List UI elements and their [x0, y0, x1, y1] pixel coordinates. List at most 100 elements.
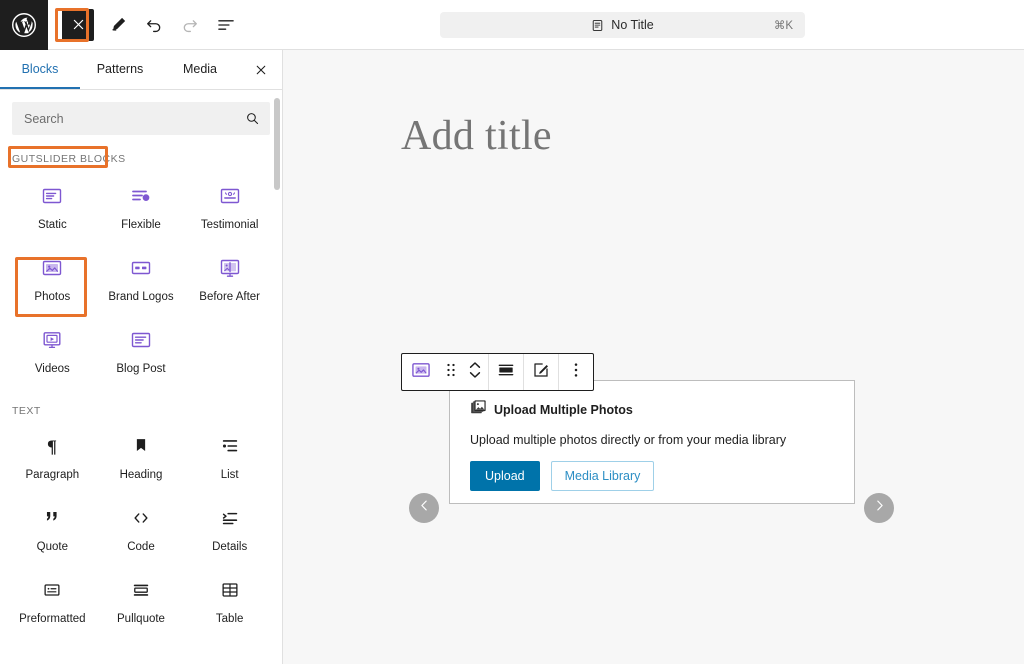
search-wrapper: [0, 90, 282, 135]
pilcrow-icon: ¶: [41, 433, 63, 459]
editor-body: Blocks Patterns Media Search GUTSLIDER B…: [0, 50, 1024, 664]
static-slide-icon: [40, 183, 64, 209]
block-type-button[interactable]: [402, 354, 440, 390]
brand-logos-icon: [129, 255, 153, 281]
block-item-table[interactable]: Table: [185, 567, 274, 639]
block-label: Brand Logos: [108, 291, 174, 303]
flexible-slide-icon: [129, 183, 153, 209]
block-label: Pullquote: [117, 613, 165, 625]
block-item-static[interactable]: Static: [8, 173, 97, 245]
tab-media-label: Media: [182, 61, 218, 76]
grid-filler: [185, 317, 274, 389]
editor-canvas: Add title Upload Multiple Photos Upload …: [283, 50, 1024, 664]
wordpress-logo-icon[interactable]: [0, 0, 48, 50]
drag-dots-icon: [444, 361, 458, 384]
block-label: Heading: [119, 469, 163, 481]
heading-marker-icon: [130, 433, 152, 459]
document-icon: [591, 19, 604, 32]
block-toolbar-group-main: [402, 354, 489, 390]
block-toolbar-group-edit: [524, 354, 559, 390]
block-item-quote[interactable]: Quote: [8, 495, 97, 567]
scrollbar-thumb[interactable]: [274, 98, 280, 190]
block-label: Testimonial: [200, 219, 259, 231]
inserter-scrollbar[interactable]: [274, 98, 280, 598]
tab-patterns-label: Patterns: [96, 61, 144, 76]
upload-button[interactable]: Upload: [470, 461, 540, 491]
preformatted-icon: [41, 577, 63, 603]
command-bar-label: No Title: [611, 18, 654, 32]
close-inserter-icon[interactable]: [240, 50, 282, 89]
block-toolbar-group-more: [559, 354, 593, 390]
edit-mode-button[interactable]: [100, 7, 136, 43]
tab-patterns[interactable]: Patterns: [80, 50, 160, 89]
block-label: Photos: [34, 291, 71, 303]
block-item-videos[interactable]: Videos: [8, 317, 97, 389]
close-editor-button[interactable]: [62, 8, 94, 41]
post-title-placeholder[interactable]: Add title: [401, 112, 552, 160]
command-bar[interactable]: No Title ⌘K: [440, 12, 805, 38]
chevron-right-icon: [873, 499, 886, 517]
before-after-icon: [218, 255, 242, 281]
block-label: Before After: [199, 291, 261, 303]
svg-text:¶: ¶: [47, 436, 57, 456]
block-item-code[interactable]: Code: [97, 495, 186, 567]
carousel-next-button[interactable]: [864, 493, 894, 523]
block-item-heading[interactable]: Heading: [97, 423, 186, 495]
block-label: Paragraph: [25, 469, 80, 481]
table-grid-icon: [219, 577, 241, 603]
redo-button[interactable]: [172, 7, 208, 43]
block-item-preformatted[interactable]: Preformatted: [8, 567, 97, 639]
bullet-list-icon: [219, 433, 241, 459]
gutslider-block-grid: Static Flexible Testimonial Photos Brand…: [0, 173, 282, 389]
align-button[interactable]: [489, 354, 523, 390]
block-label: Flexible: [121, 219, 161, 231]
search-box[interactable]: [12, 102, 270, 135]
block-item-list[interactable]: List: [185, 423, 274, 495]
up-down-chevrons-icon: [468, 359, 482, 386]
block-item-paragraph[interactable]: ¶ Paragraph: [8, 423, 97, 495]
quotation-mark-icon: [41, 505, 63, 531]
move-block-button[interactable]: [462, 354, 488, 390]
three-dots-vertical-icon: [567, 360, 585, 385]
block-item-flexible[interactable]: Flexible: [97, 173, 186, 245]
more-options-button[interactable]: [559, 354, 593, 390]
drag-handle[interactable]: [440, 354, 462, 390]
upload-photos-card: Upload Multiple Photos Upload multiple p…: [449, 380, 855, 504]
block-item-photos[interactable]: Photos: [8, 245, 97, 317]
angle-brackets-icon: [130, 505, 152, 531]
undo-button[interactable]: [136, 7, 172, 43]
details-disclosure-icon: [219, 505, 241, 531]
search-input[interactable]: [24, 111, 245, 126]
align-full-width-icon: [496, 360, 516, 385]
block-label: Static: [37, 219, 67, 231]
block-label: Preformatted: [19, 613, 86, 625]
section-title-gutslider: GUTSLIDER BLOCKS: [12, 153, 126, 165]
block-label: Videos: [34, 363, 70, 375]
inserter-tabs: Blocks Patterns Media: [0, 50, 282, 90]
block-item-pullquote[interactable]: Pullquote: [97, 567, 186, 639]
media-library-button[interactable]: Media Library: [550, 461, 655, 491]
photos-block-icon: [410, 359, 432, 386]
block-item-details[interactable]: Details: [185, 495, 274, 567]
editor-root: No Title ⌘K Blocks Patterns Media Search…: [0, 0, 1024, 664]
tab-blocks[interactable]: Blocks: [0, 50, 80, 89]
block-item-blog-post[interactable]: Blog Post: [97, 317, 186, 389]
editor-header: No Title ⌘K: [0, 0, 1024, 50]
block-label: Details: [212, 541, 248, 553]
tab-media[interactable]: Media: [160, 50, 240, 89]
block-item-before-after[interactable]: Before After: [185, 245, 274, 317]
header-tools: [48, 7, 244, 43]
block-item-brand-logos[interactable]: Brand Logos: [97, 245, 186, 317]
stacked-photos-icon: [470, 399, 487, 421]
block-item-testimonial[interactable]: Testimonial: [185, 173, 274, 245]
text-block-grid: ¶ Paragraph Heading List Quote Code Deta…: [0, 423, 282, 639]
edit-button[interactable]: [524, 354, 558, 390]
search-icon: [245, 111, 260, 126]
blog-post-icon: [129, 327, 153, 353]
block-label: Code: [127, 541, 155, 553]
list-view-button[interactable]: [208, 7, 244, 43]
block-toolbar-group-align: [489, 354, 524, 390]
block-label: List: [220, 469, 239, 481]
carousel-prev-button[interactable]: [409, 493, 439, 523]
command-bar-shortcut: ⌘K: [773, 20, 793, 32]
